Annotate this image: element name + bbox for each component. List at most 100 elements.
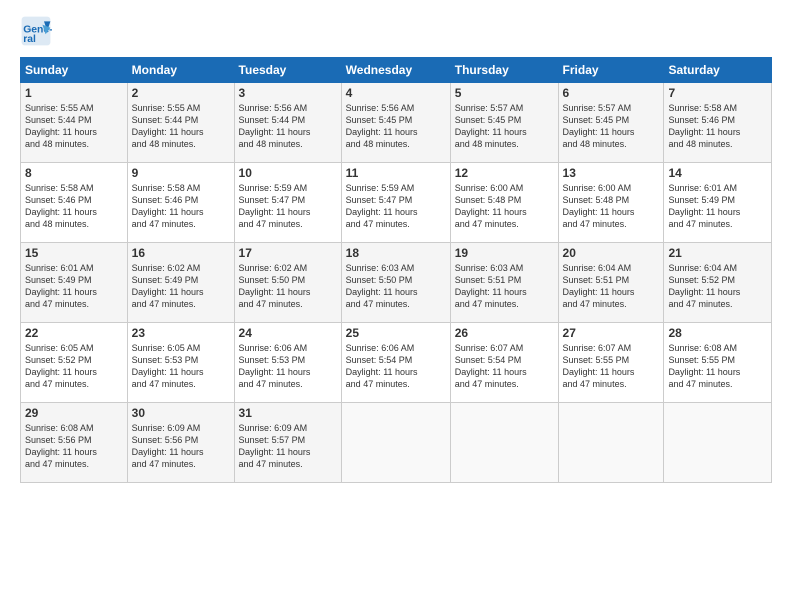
- day-info: Sunrise: 5:57 AMSunset: 5:45 PMDaylight:…: [563, 103, 635, 149]
- calendar-table: Sunday Monday Tuesday Wednesday Thursday…: [20, 57, 772, 483]
- day-number: 14: [668, 166, 767, 180]
- day-number: 8: [25, 166, 123, 180]
- page-header: Gene- ral: [20, 15, 772, 47]
- day-info: Sunrise: 6:04 AMSunset: 5:52 PMDaylight:…: [668, 263, 740, 309]
- day-info: Sunrise: 6:07 AMSunset: 5:55 PMDaylight:…: [563, 343, 635, 389]
- day-info: Sunrise: 6:08 AMSunset: 5:56 PMDaylight:…: [25, 423, 97, 469]
- day-info: Sunrise: 6:06 AMSunset: 5:54 PMDaylight:…: [346, 343, 418, 389]
- day-info: Sunrise: 6:05 AMSunset: 5:53 PMDaylight:…: [132, 343, 204, 389]
- day-info: Sunrise: 6:00 AMSunset: 5:48 PMDaylight:…: [563, 183, 635, 229]
- calendar-cell: 25 Sunrise: 6:06 AMSunset: 5:54 PMDaylig…: [341, 323, 450, 403]
- day-info: Sunrise: 6:00 AMSunset: 5:48 PMDaylight:…: [455, 183, 527, 229]
- day-info: Sunrise: 5:58 AMSunset: 5:46 PMDaylight:…: [25, 183, 97, 229]
- day-number: 12: [455, 166, 554, 180]
- day-info: Sunrise: 6:03 AMSunset: 5:50 PMDaylight:…: [346, 263, 418, 309]
- day-number: 9: [132, 166, 230, 180]
- day-info: Sunrise: 6:08 AMSunset: 5:55 PMDaylight:…: [668, 343, 740, 389]
- day-info: Sunrise: 6:02 AMSunset: 5:50 PMDaylight:…: [239, 263, 311, 309]
- calendar-cell: 18 Sunrise: 6:03 AMSunset: 5:50 PMDaylig…: [341, 243, 450, 323]
- calendar-cell: 11 Sunrise: 5:59 AMSunset: 5:47 PMDaylig…: [341, 163, 450, 243]
- day-number: 6: [563, 86, 660, 100]
- calendar-week-row: 22 Sunrise: 6:05 AMSunset: 5:52 PMDaylig…: [21, 323, 772, 403]
- calendar-cell: 9 Sunrise: 5:58 AMSunset: 5:46 PMDayligh…: [127, 163, 234, 243]
- calendar-cell: 28 Sunrise: 6:08 AMSunset: 5:55 PMDaylig…: [664, 323, 772, 403]
- calendar-cell: 19 Sunrise: 6:03 AMSunset: 5:51 PMDaylig…: [450, 243, 558, 323]
- day-info: Sunrise: 5:55 AMSunset: 5:44 PMDaylight:…: [132, 103, 204, 149]
- calendar-cell: 23 Sunrise: 6:05 AMSunset: 5:53 PMDaylig…: [127, 323, 234, 403]
- day-number: 10: [239, 166, 337, 180]
- calendar-week-row: 15 Sunrise: 6:01 AMSunset: 5:49 PMDaylig…: [21, 243, 772, 323]
- day-number: 24: [239, 326, 337, 340]
- day-info: Sunrise: 6:06 AMSunset: 5:53 PMDaylight:…: [239, 343, 311, 389]
- calendar-week-row: 8 Sunrise: 5:58 AMSunset: 5:46 PMDayligh…: [21, 163, 772, 243]
- day-info: Sunrise: 6:02 AMSunset: 5:49 PMDaylight:…: [132, 263, 204, 309]
- calendar-cell: 14 Sunrise: 6:01 AMSunset: 5:49 PMDaylig…: [664, 163, 772, 243]
- day-info: Sunrise: 5:57 AMSunset: 5:45 PMDaylight:…: [455, 103, 527, 149]
- calendar-cell: 17 Sunrise: 6:02 AMSunset: 5:50 PMDaylig…: [234, 243, 341, 323]
- calendar-cell: 26 Sunrise: 6:07 AMSunset: 5:54 PMDaylig…: [450, 323, 558, 403]
- day-info: Sunrise: 5:58 AMSunset: 5:46 PMDaylight:…: [668, 103, 740, 149]
- day-info: Sunrise: 5:59 AMSunset: 5:47 PMDaylight:…: [239, 183, 311, 229]
- calendar-header-row: Sunday Monday Tuesday Wednesday Thursday…: [21, 58, 772, 83]
- calendar-cell: 31 Sunrise: 6:09 AMSunset: 5:57 PMDaylig…: [234, 403, 341, 483]
- calendar-week-row: 29 Sunrise: 6:08 AMSunset: 5:56 PMDaylig…: [21, 403, 772, 483]
- calendar-cell: 5 Sunrise: 5:57 AMSunset: 5:45 PMDayligh…: [450, 83, 558, 163]
- calendar-cell: 30 Sunrise: 6:09 AMSunset: 5:56 PMDaylig…: [127, 403, 234, 483]
- day-number: 29: [25, 406, 123, 420]
- day-number: 20: [563, 246, 660, 260]
- calendar-cell: [341, 403, 450, 483]
- calendar-cell: 1 Sunrise: 5:55 AMSunset: 5:44 PMDayligh…: [21, 83, 128, 163]
- day-info: Sunrise: 5:59 AMSunset: 5:47 PMDaylight:…: [346, 183, 418, 229]
- col-wednesday: Wednesday: [341, 58, 450, 83]
- calendar-cell: [664, 403, 772, 483]
- day-number: 21: [668, 246, 767, 260]
- day-number: 2: [132, 86, 230, 100]
- day-number: 3: [239, 86, 337, 100]
- col-tuesday: Tuesday: [234, 58, 341, 83]
- day-info: Sunrise: 5:56 AMSunset: 5:44 PMDaylight:…: [239, 103, 311, 149]
- logo-icon: Gene- ral: [20, 15, 52, 47]
- day-number: 1: [25, 86, 123, 100]
- day-number: 26: [455, 326, 554, 340]
- col-thursday: Thursday: [450, 58, 558, 83]
- col-monday: Monday: [127, 58, 234, 83]
- day-number: 17: [239, 246, 337, 260]
- day-info: Sunrise: 6:04 AMSunset: 5:51 PMDaylight:…: [563, 263, 635, 309]
- day-number: 30: [132, 406, 230, 420]
- day-info: Sunrise: 6:09 AMSunset: 5:56 PMDaylight:…: [132, 423, 204, 469]
- col-sunday: Sunday: [21, 58, 128, 83]
- calendar-cell: 15 Sunrise: 6:01 AMSunset: 5:49 PMDaylig…: [21, 243, 128, 323]
- calendar-cell: [558, 403, 664, 483]
- calendar-cell: 24 Sunrise: 6:06 AMSunset: 5:53 PMDaylig…: [234, 323, 341, 403]
- calendar-cell: 27 Sunrise: 6:07 AMSunset: 5:55 PMDaylig…: [558, 323, 664, 403]
- day-number: 27: [563, 326, 660, 340]
- day-info: Sunrise: 5:58 AMSunset: 5:46 PMDaylight:…: [132, 183, 204, 229]
- calendar-cell: 8 Sunrise: 5:58 AMSunset: 5:46 PMDayligh…: [21, 163, 128, 243]
- day-number: 19: [455, 246, 554, 260]
- day-number: 15: [25, 246, 123, 260]
- day-number: 22: [25, 326, 123, 340]
- day-number: 18: [346, 246, 446, 260]
- col-friday: Friday: [558, 58, 664, 83]
- calendar-week-row: 1 Sunrise: 5:55 AMSunset: 5:44 PMDayligh…: [21, 83, 772, 163]
- day-info: Sunrise: 6:01 AMSunset: 5:49 PMDaylight:…: [668, 183, 740, 229]
- svg-text:ral: ral: [23, 34, 36, 45]
- col-saturday: Saturday: [664, 58, 772, 83]
- day-number: 31: [239, 406, 337, 420]
- calendar-cell: [450, 403, 558, 483]
- calendar-cell: 21 Sunrise: 6:04 AMSunset: 5:52 PMDaylig…: [664, 243, 772, 323]
- calendar-page: Gene- ral Sunday Monday Tuesday Wednesda…: [0, 0, 792, 612]
- day-number: 23: [132, 326, 230, 340]
- day-info: Sunrise: 6:01 AMSunset: 5:49 PMDaylight:…: [25, 263, 97, 309]
- day-number: 4: [346, 86, 446, 100]
- day-info: Sunrise: 6:09 AMSunset: 5:57 PMDaylight:…: [239, 423, 311, 469]
- logo: Gene- ral: [20, 15, 56, 47]
- calendar-cell: 7 Sunrise: 5:58 AMSunset: 5:46 PMDayligh…: [664, 83, 772, 163]
- day-info: Sunrise: 6:03 AMSunset: 5:51 PMDaylight:…: [455, 263, 527, 309]
- day-info: Sunrise: 5:56 AMSunset: 5:45 PMDaylight:…: [346, 103, 418, 149]
- day-info: Sunrise: 6:05 AMSunset: 5:52 PMDaylight:…: [25, 343, 97, 389]
- day-number: 16: [132, 246, 230, 260]
- calendar-cell: 29 Sunrise: 6:08 AMSunset: 5:56 PMDaylig…: [21, 403, 128, 483]
- day-number: 13: [563, 166, 660, 180]
- calendar-cell: 10 Sunrise: 5:59 AMSunset: 5:47 PMDaylig…: [234, 163, 341, 243]
